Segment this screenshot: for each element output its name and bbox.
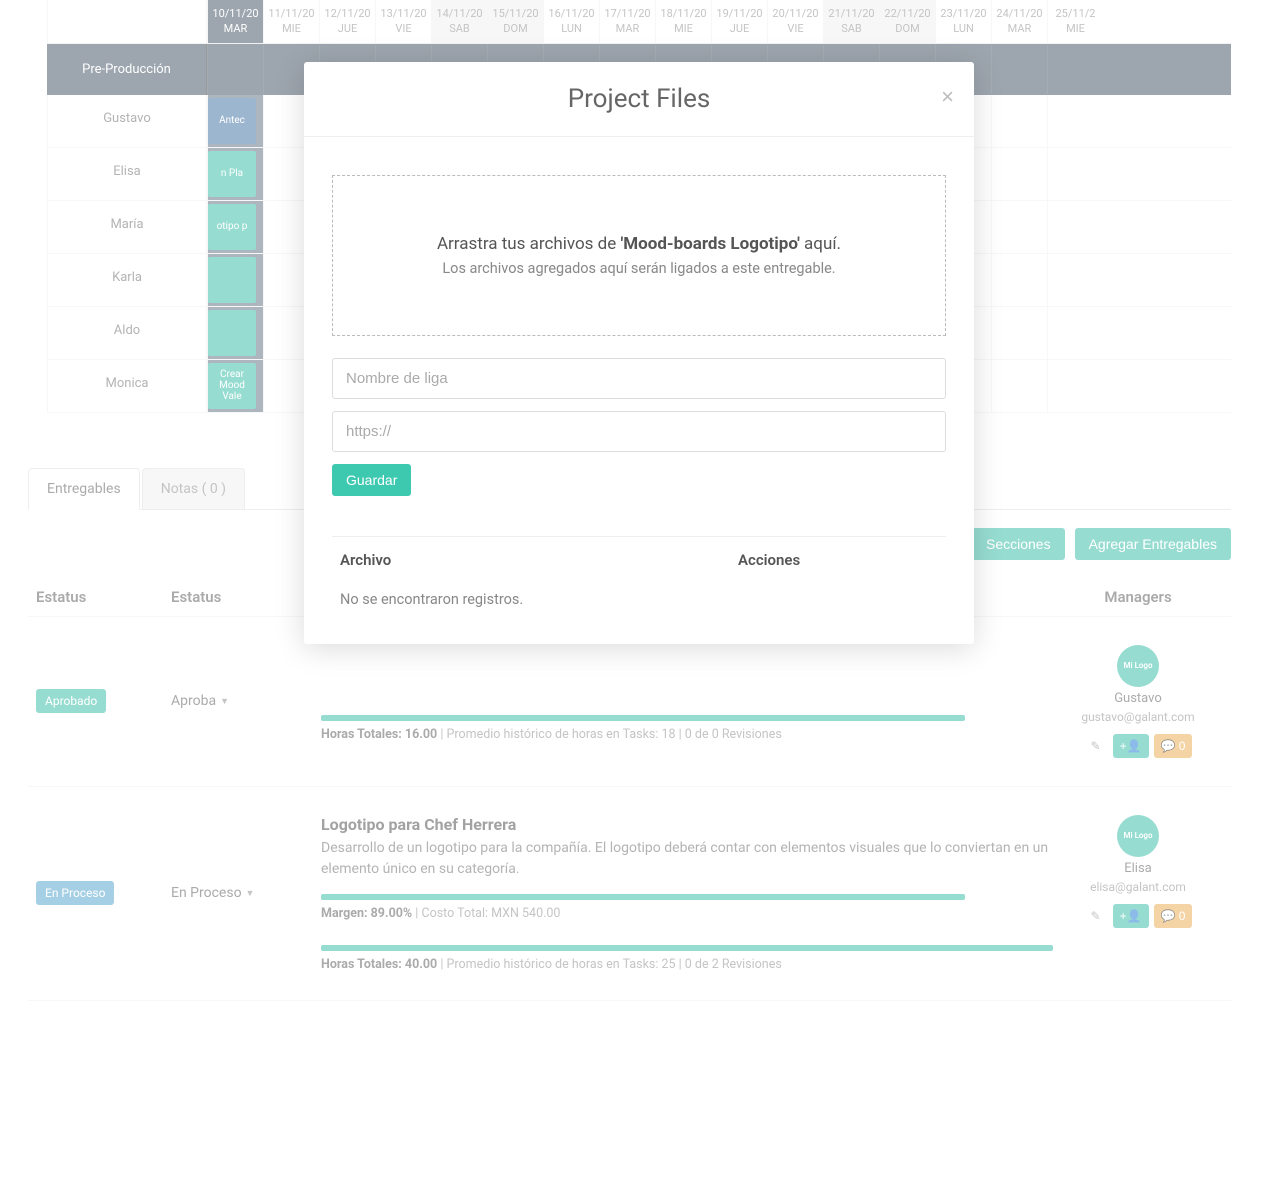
project-files-modal: Project Files × Arrastra tus archivos de…	[304, 62, 974, 644]
files-table-header: Archivo Acciones	[332, 537, 946, 583]
modal-overlay[interactable]: Project Files × Arrastra tus archivos de…	[0, 0, 1278, 1182]
modal-title: Project Files	[324, 84, 954, 114]
link-name-input[interactable]	[332, 358, 946, 399]
close-icon[interactable]: ×	[941, 84, 954, 110]
files-empty-message: No se encontraron registros.	[332, 583, 946, 616]
dropzone-title: Arrastra tus archivos de 'Mood-boards Lo…	[353, 234, 925, 254]
files-header-acciones: Acciones	[738, 551, 938, 569]
link-url-input[interactable]	[332, 411, 946, 452]
files-header-archivo: Archivo	[340, 551, 738, 569]
dropzone-subtitle: Los archivos agregados aquí serán ligado…	[353, 260, 925, 277]
guardar-button[interactable]: Guardar	[332, 464, 411, 496]
file-dropzone[interactable]: Arrastra tus archivos de 'Mood-boards Lo…	[332, 175, 946, 336]
